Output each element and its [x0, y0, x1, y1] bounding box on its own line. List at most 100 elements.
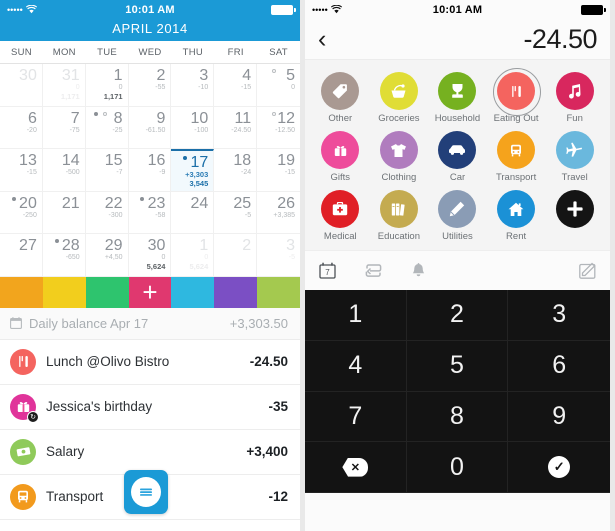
- calendar-day-cell[interactable]: 17 +3,303 3,545: [171, 149, 215, 192]
- car-icon[interactable]: [438, 131, 477, 169]
- color-swatch[interactable]: [214, 276, 258, 308]
- calendar-day-cell[interactable]: 28 -650: [42, 234, 86, 277]
- books-icon[interactable]: [379, 190, 418, 228]
- repeat-icon[interactable]: [364, 263, 383, 278]
- calendar-day-cell[interactable]: 30: [0, 64, 43, 107]
- compose-list-button[interactable]: [124, 470, 168, 514]
- back-chevron-icon[interactable]: ‹: [318, 26, 326, 52]
- keypad-key-1[interactable]: 1: [305, 290, 407, 341]
- transaction-row[interactable]: ↻ Jessica's birthday -35: [0, 385, 300, 430]
- calendar-day-cell[interactable]: 23 -58: [128, 191, 172, 234]
- bell-icon[interactable]: [411, 262, 426, 279]
- calendar-day-cell[interactable]: 12 -12.50: [257, 107, 300, 149]
- category-item[interactable]: Eating Out: [487, 68, 546, 124]
- category-item[interactable]: Transport: [487, 131, 546, 183]
- compose-icon[interactable]: [579, 262, 596, 279]
- keypad-delete-key[interactable]: ✕: [305, 442, 407, 493]
- cutlery-icon[interactable]: [493, 68, 542, 116]
- calendar-day-cell[interactable]: 3 -5: [257, 234, 300, 277]
- category-item[interactable]: Travel: [545, 131, 604, 183]
- calendar-day-cell[interactable]: 16 -9: [128, 149, 172, 192]
- keypad-key-0[interactable]: 0: [406, 442, 509, 493]
- category-item[interactable]: Education: [370, 190, 429, 242]
- calendar-day-cell[interactable]: 3 -10: [171, 64, 215, 107]
- calendar-day-cell[interactable]: 20 -250: [0, 191, 43, 234]
- transaction-row[interactable]: Salary +3,400: [0, 430, 300, 475]
- keypad-key-6[interactable]: 6: [508, 340, 610, 392]
- calendar-day-cell[interactable]: 1 0 5,624: [171, 234, 215, 277]
- calendar-day-cell[interactable]: 30 0 5,624: [128, 234, 172, 277]
- calendar-day-cell[interactable]: 2: [214, 234, 258, 277]
- plane-icon[interactable]: [555, 131, 594, 169]
- keypad-key-9[interactable]: 9: [508, 391, 610, 443]
- pencil-icon[interactable]: [438, 190, 477, 228]
- category-item[interactable]: Fun: [545, 72, 604, 124]
- calendar-day-cell[interactable]: 8 -25: [85, 106, 129, 149]
- calendar-day-cell[interactable]: 29 +4,50: [85, 234, 129, 277]
- color-swatch[interactable]: [171, 276, 215, 308]
- keypad-confirm-key[interactable]: ✓: [508, 442, 610, 493]
- calendar-day-cell[interactable]: 19 -15: [257, 149, 300, 192]
- calendar-grid[interactable]: 30 31 0 1,171 1 0 1,171 2 -55 3 -10 4 -15 5 0 6 -20 7 -75 8…: [0, 64, 300, 277]
- add-transaction-button[interactable]: +: [129, 277, 172, 308]
- category-item[interactable]: Groceries: [370, 72, 429, 124]
- category-color-strip[interactable]: +: [0, 276, 300, 308]
- blender-icon[interactable]: [438, 72, 477, 110]
- calendar-day-cell[interactable]: 7 -75: [42, 106, 86, 149]
- numeric-keypad[interactable]: 1 2 3 4 5 6 7 8 9 ✕ 0 ✓: [305, 290, 610, 493]
- keypad-key-7[interactable]: 7: [305, 391, 407, 443]
- tag-icon[interactable]: [321, 72, 360, 110]
- color-swatch[interactable]: [85, 276, 129, 308]
- category-item[interactable]: Utilities: [428, 190, 487, 242]
- transaction-row[interactable]: Lunch @Olivo Bistro -24.50: [0, 340, 300, 385]
- keypad-key-3[interactable]: 3: [508, 290, 610, 341]
- color-swatch[interactable]: [257, 276, 300, 308]
- category-item[interactable]: Car: [428, 131, 487, 183]
- date-picker-icon[interactable]: 7: [319, 262, 336, 279]
- category-item[interactable]: Household: [428, 72, 487, 124]
- category-item[interactable]: [545, 190, 604, 242]
- calendar-day-cell[interactable]: 13 -15: [0, 149, 43, 192]
- calendar-day-cell[interactable]: 1 0 1,171: [85, 64, 129, 107]
- tshirt-icon[interactable]: [379, 131, 418, 169]
- music-icon[interactable]: [555, 72, 594, 110]
- category-item[interactable]: Clothing: [370, 131, 429, 183]
- keypad-key-4[interactable]: 4: [305, 340, 407, 392]
- keypad-key-8[interactable]: 8: [406, 391, 509, 443]
- calendar-day-cell[interactable]: 50: [257, 64, 300, 107]
- color-swatch[interactable]: +: [128, 276, 172, 308]
- category-item[interactable]: Gifts: [311, 131, 370, 183]
- gift-icon[interactable]: [321, 131, 360, 169]
- calendar-day-cell[interactable]: 26 +3,385: [257, 192, 300, 234]
- calendar-day-cell[interactable]: 15 -7: [85, 149, 129, 192]
- calendar-day-cell[interactable]: 31 0 1,171: [42, 64, 86, 107]
- calendar-day-cell[interactable]: 9 -61.50: [128, 106, 172, 149]
- calendar-day-cell[interactable]: 14 -500: [42, 149, 86, 192]
- month-title[interactable]: APRIL 2014: [0, 19, 300, 41]
- color-swatch[interactable]: [0, 276, 43, 308]
- calendar-day-cell[interactable]: 11 -24.50: [214, 106, 258, 149]
- train-icon[interactable]: [497, 131, 536, 169]
- amount-display[interactable]: -24.50: [523, 24, 597, 55]
- daily-balance-row[interactable]: Daily balance Apr 17 +3,303.50: [0, 307, 300, 340]
- color-swatch[interactable]: [42, 276, 86, 308]
- calendar-day-cell[interactable]: 27: [0, 234, 43, 277]
- calendar-day-cell[interactable]: 25 -5: [214, 191, 258, 234]
- calendar-day-cell[interactable]: 18 -24: [214, 149, 258, 192]
- basket-icon[interactable]: [379, 72, 418, 110]
- calendar-day-cell[interactable]: 6 -20: [0, 106, 43, 149]
- calendar-day-cell[interactable]: 4 -15: [214, 64, 258, 107]
- calendar-day-cell[interactable]: 24: [171, 191, 215, 234]
- calendar-day-cell[interactable]: 2 -55: [128, 64, 172, 107]
- plus-icon[interactable]: [555, 190, 594, 228]
- category-item[interactable]: Other: [311, 72, 370, 124]
- category-item[interactable]: Rent: [487, 190, 546, 242]
- keypad-key-5[interactable]: 5: [406, 340, 509, 392]
- category-item[interactable]: Medical: [311, 190, 370, 242]
- calendar-day-cell[interactable]: 22 -300: [85, 191, 129, 234]
- home-icon[interactable]: [497, 190, 536, 228]
- firstaid-icon[interactable]: [321, 190, 360, 228]
- calendar-day-cell[interactable]: 10 -100: [171, 106, 215, 149]
- calendar-day-cell[interactable]: 21: [42, 191, 86, 234]
- keypad-key-2[interactable]: 2: [406, 290, 509, 341]
